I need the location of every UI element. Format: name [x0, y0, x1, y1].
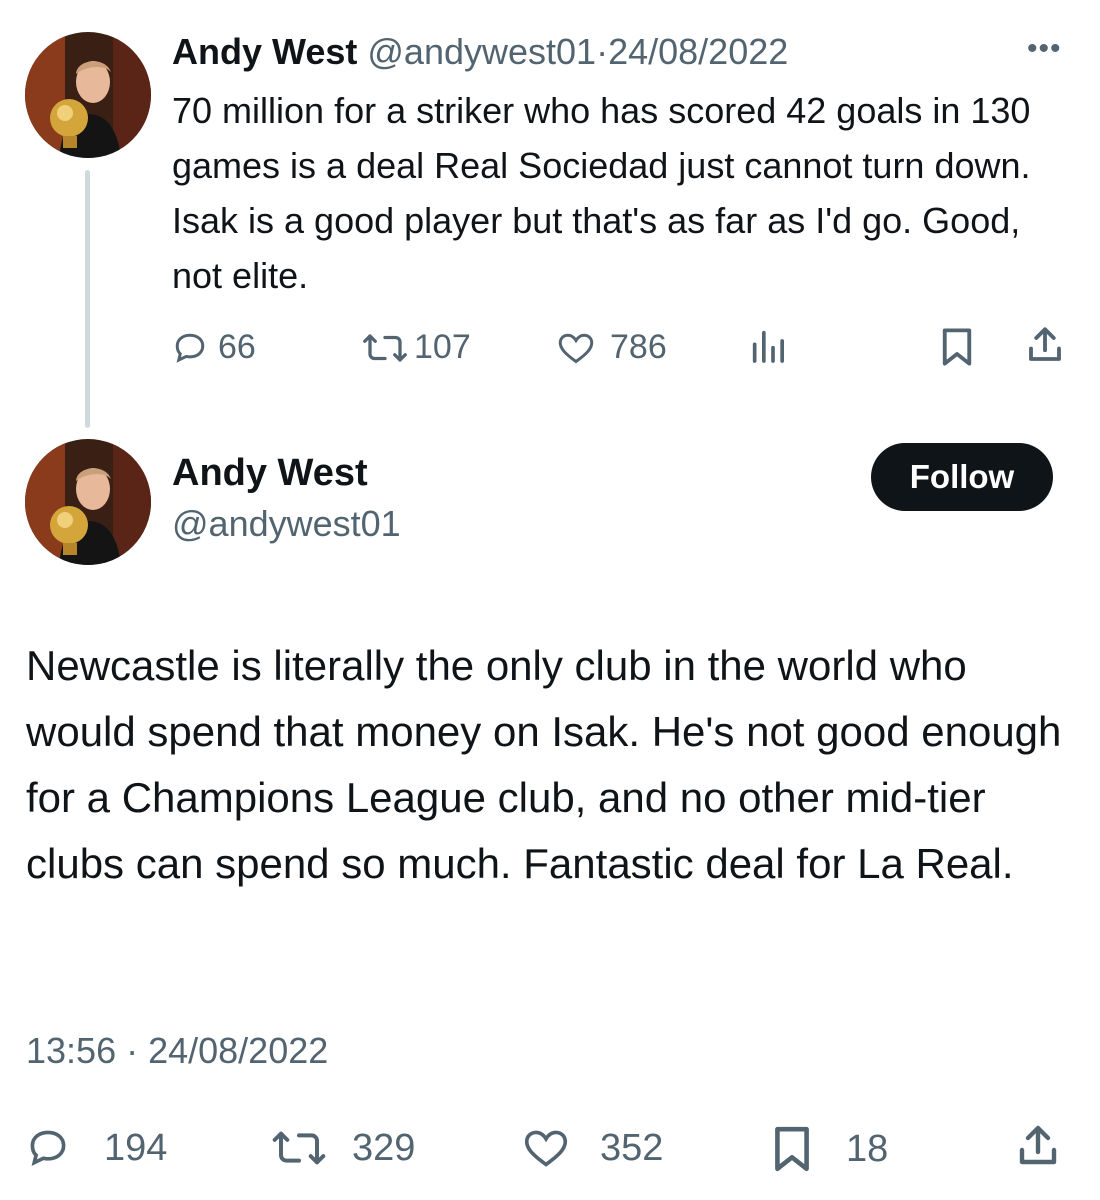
reply-count: 194 [104, 1126, 168, 1169]
reply-icon [26, 1126, 70, 1170]
like-count: 352 [600, 1126, 664, 1169]
bookmark-icon [770, 1124, 814, 1174]
author-handle[interactable]: @andywest01 [367, 31, 596, 72]
avatar[interactable] [25, 32, 151, 158]
bookmark-count: 18 [846, 1127, 889, 1170]
tweet-actions: 194 329 352 18 [26, 1118, 1086, 1184]
retweet-icon [362, 330, 408, 366]
share-button[interactable] [1024, 324, 1066, 366]
avatar[interactable] [25, 439, 151, 565]
author-name[interactable]: Andy West [172, 31, 357, 72]
tweet-text: 70 million for a striker who has scored … [172, 90, 1031, 296]
views-icon [748, 326, 788, 366]
author-handle[interactable]: @andywest01 [172, 503, 401, 545]
bookmark-icon [938, 326, 976, 368]
like-button[interactable]: 352 [522, 1126, 663, 1170]
tweet-actions: 66 107 786 [172, 318, 1072, 378]
follow-button[interactable]: Follow [871, 443, 1053, 511]
retweet-count: 107 [414, 328, 471, 366]
tweet-timestamp[interactable]: 13:56 · 24/08/2022 [26, 1030, 328, 1072]
reply-button[interactable]: 66 [172, 328, 256, 367]
separator: · [596, 31, 609, 72]
reply-count: 66 [218, 328, 256, 366]
share-icon [1014, 1122, 1062, 1170]
tweet-text: Newcastle is literally the only club in … [26, 642, 1062, 887]
author-name[interactable]: Andy West [172, 452, 368, 495]
share-button[interactable] [1014, 1122, 1062, 1170]
more-options-icon[interactable]: ••• [1027, 32, 1062, 66]
tweet-date[interactable]: 24/08/2022 [608, 31, 788, 72]
share-icon [1024, 324, 1066, 366]
retweet-button[interactable]: 107 [362, 328, 471, 367]
like-icon [522, 1126, 570, 1170]
retweet-button[interactable]: 329 [272, 1126, 415, 1170]
like-button[interactable]: 786 [556, 328, 667, 367]
thread-line [85, 170, 90, 428]
retweet-icon [272, 1126, 326, 1170]
reply-button[interactable]: 194 [26, 1126, 167, 1170]
views-button[interactable] [748, 326, 788, 366]
retweet-count: 329 [352, 1126, 416, 1169]
reply-icon [172, 330, 208, 366]
bookmark-button[interactable]: 18 [770, 1124, 888, 1174]
like-count: 786 [610, 328, 667, 366]
tweet-header: Andy West @andywest01·24/08/2022 [172, 28, 788, 76]
like-icon [556, 330, 596, 366]
bookmark-button[interactable] [938, 326, 976, 368]
